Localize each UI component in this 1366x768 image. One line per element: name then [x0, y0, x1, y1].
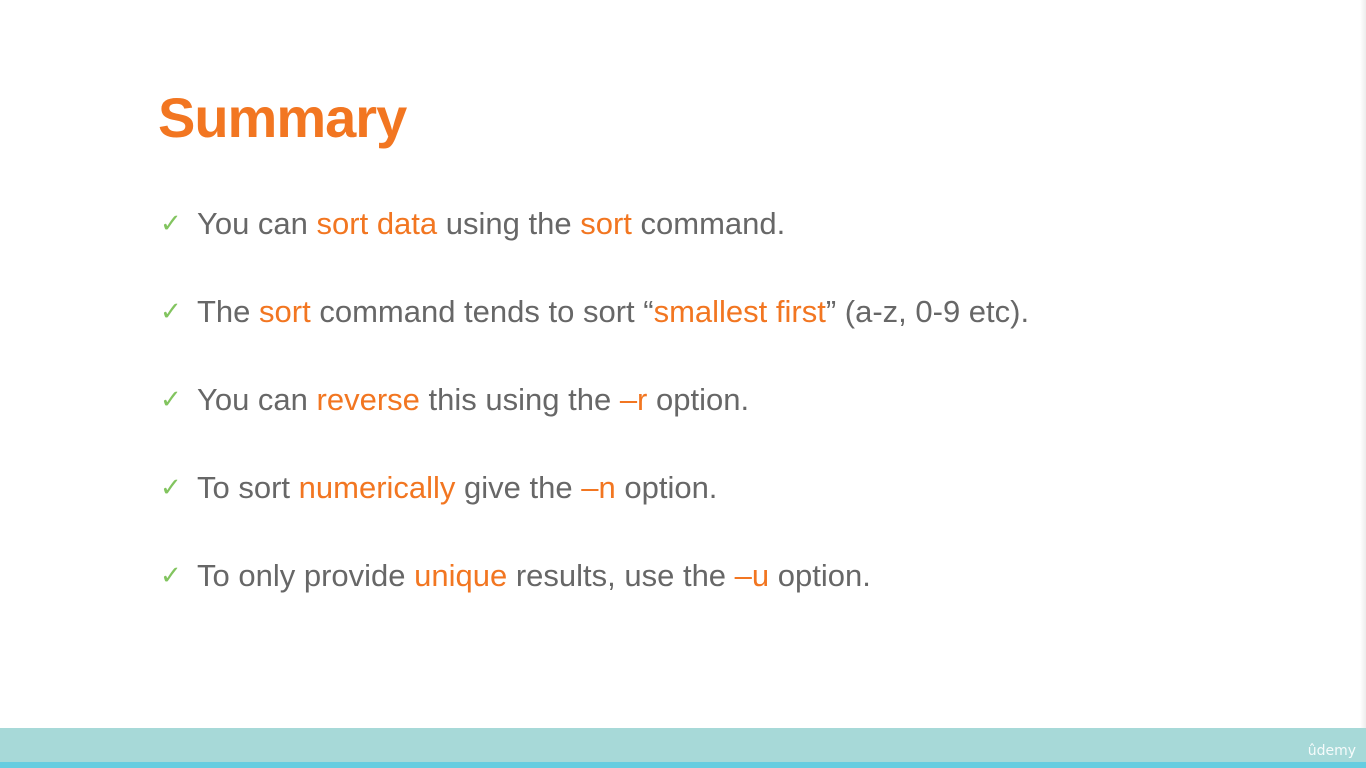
bullet-item: ✓ You can sort data using the sort comma…	[160, 196, 1029, 284]
bullet-text-segment: give the	[455, 470, 582, 505]
bullet-text-segment: smallest first	[653, 294, 826, 329]
bullet-text-segment: You can	[197, 206, 317, 241]
bullet-text: You can reverse this using the –r option…	[197, 372, 749, 428]
slide-edge-shadow	[1360, 0, 1366, 728]
bullet-item: ✓ You can reverse this using the –r opti…	[160, 372, 1029, 460]
bullet-text-segment: reverse	[316, 382, 420, 417]
bullet-text-segment: using the	[437, 206, 581, 241]
udemy-watermark: ûdemy	[1307, 743, 1356, 759]
bullet-text-segment: sort data	[316, 206, 438, 241]
bullet-text-segment: option.	[769, 558, 871, 593]
footer-bar	[0, 728, 1366, 762]
bullet-text-segment: You can	[197, 382, 317, 417]
bullet-text-segment: option.	[615, 470, 718, 505]
bullet-text-segment: unique	[414, 558, 508, 593]
bullet-text-segment: –r	[619, 382, 648, 417]
bullet-text-segment: The	[197, 294, 260, 329]
bullet-text-segment: –u	[734, 558, 770, 593]
bullet-text: You can sort data using the sort command…	[197, 196, 785, 252]
bullet-list: ✓ You can sort data using the sort comma…	[160, 196, 1029, 636]
check-icon: ✓	[160, 561, 182, 591]
bullet-text-segment: command.	[631, 206, 786, 241]
check-icon: ✓	[160, 209, 182, 239]
bullet-item: ✓ To only provide unique results, use th…	[160, 548, 1029, 636]
bullet-text-segment: sort	[580, 206, 632, 241]
bullet-text: To only provide unique results, use the …	[197, 548, 871, 604]
bullet-text: The sort command tends to sort “smallest…	[197, 284, 1029, 340]
bullet-text-segment: To sort	[197, 470, 299, 505]
bullet-text-segment: numerically	[298, 470, 456, 505]
bullet-text-segment: option.	[647, 382, 750, 417]
bullet-text-segment: this using the	[419, 382, 620, 417]
check-icon: ✓	[160, 385, 182, 415]
slide-title: Summary	[158, 86, 407, 149]
check-icon: ✓	[160, 473, 182, 503]
bullet-text: To sort numerically give the –n option.	[197, 460, 717, 516]
check-icon: ✓	[160, 297, 182, 327]
bullet-text-segment: ” (a-z, 0-9 etc).	[825, 294, 1030, 329]
bullet-text-segment: sort	[259, 294, 311, 329]
bullet-text-segment: –n	[581, 470, 616, 505]
bullet-text-segment: results, use the	[507, 558, 735, 593]
footer-accent-line	[0, 762, 1366, 768]
bullet-text-segment: command tends to sort “	[310, 294, 654, 329]
bullet-text-segment: To only provide	[197, 558, 415, 593]
bullet-item: ✓ The sort command tends to sort “smalle…	[160, 284, 1029, 372]
bullet-item: ✓ To sort numerically give the –n option…	[160, 460, 1029, 548]
slide: Summary ✓ You can sort data using the so…	[0, 0, 1366, 728]
